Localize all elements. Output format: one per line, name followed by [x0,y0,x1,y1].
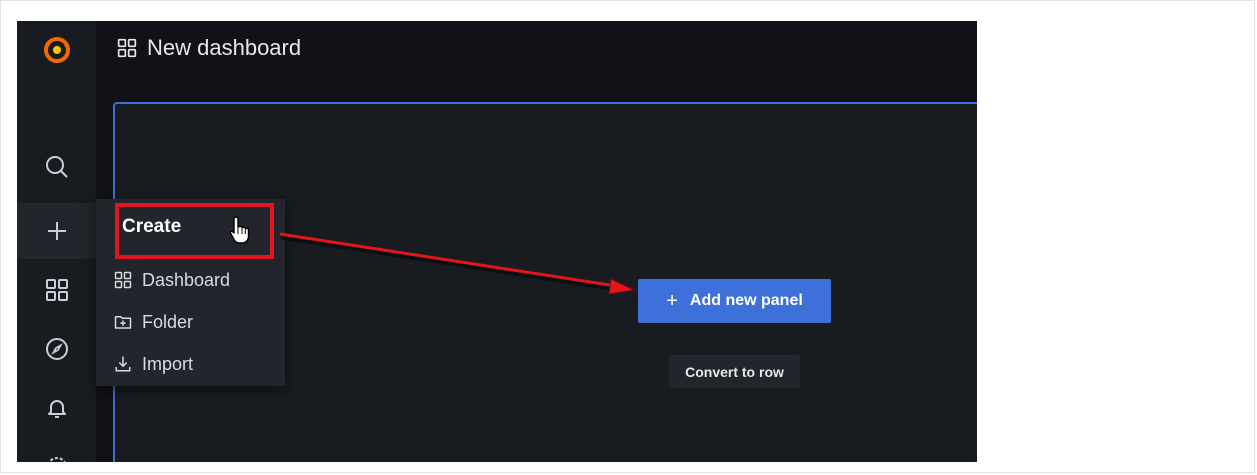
sidebar-item-dashboards[interactable] [17,264,96,316]
grafana-logo[interactable] [17,21,96,77]
add-new-panel-button[interactable]: + Add new panel [638,279,831,323]
menu-item-folder[interactable]: Folder [114,307,193,337]
sidebar [17,21,96,462]
convert-to-row-button[interactable]: Convert to row [669,355,800,388]
grafana-logo-icon [43,37,70,63]
convert-to-row-label: Convert to row [685,363,784,380]
sidebar-item-alerting[interactable] [17,382,96,434]
sidebar-item-settings[interactable] [17,441,96,462]
sidebar-item-create[interactable] [17,203,96,259]
page-title-text: New dashboard [147,35,302,60]
hand-cursor-icon [229,216,250,244]
gear-icon [47,457,66,462]
grafana-app: New dashboard + Add new panel Convert to… [17,21,977,462]
page-title: New dashboard [117,33,301,63]
compass-icon [45,338,68,360]
create-menu: Create Dashboard Folder Import [96,199,285,386]
folder-plus-icon [114,316,132,329]
dashboard-grid-icon [117,38,137,58]
bell-icon [47,400,66,418]
menu-item-label: Folder [142,311,194,332]
import-icon [115,356,131,372]
search-icon [45,156,68,178]
add-new-panel-label: Add new panel [689,292,803,309]
plus-icon: + [666,289,678,312]
menu-item-import[interactable]: Import [114,349,193,379]
dashboard-grid-icon [45,279,68,301]
sidebar-item-search[interactable] [17,141,96,193]
menu-item-dashboard[interactable]: Dashboard [114,265,230,295]
plus-icon [47,222,66,240]
dashboard-grid-icon [114,271,132,289]
menu-item-label: Import [142,353,194,374]
sidebar-item-explore[interactable] [17,323,96,375]
menu-item-label: Dashboard [142,269,231,290]
